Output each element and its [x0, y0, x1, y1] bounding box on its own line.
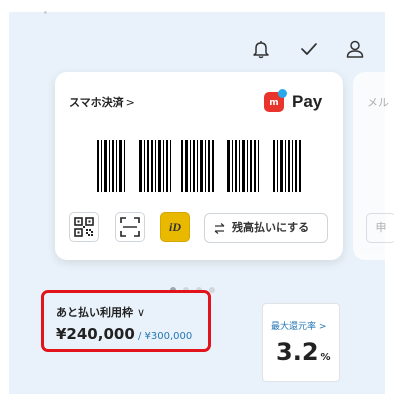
user-icon[interactable] — [344, 38, 366, 60]
qr-code-button[interactable] — [69, 212, 99, 242]
switch-to-balance-button[interactable]: 残高払いにする — [204, 213, 328, 243]
scan-button[interactable] — [115, 212, 145, 242]
reward-rate-unit: % — [320, 352, 331, 363]
card-title[interactable]: スマホ決済 > — [69, 94, 135, 110]
status-dot — [44, 11, 47, 14]
merpay-logo-dot — [278, 89, 287, 98]
merpay-logo-text: Pay — [292, 92, 323, 111]
switch-to-balance-label: 残高払いにする — [232, 221, 310, 234]
max-reward-rate-card[interactable]: 最大還元率 > 3.2% — [262, 303, 340, 382]
credit-limit-title[interactable]: あと払い利用枠 ∨ — [56, 304, 145, 320]
reward-rate-number: 3.2 — [276, 338, 319, 366]
next-card[interactable]: メル 申 — [353, 72, 394, 260]
payment-card[interactable]: スマホ決済 > m Pay iD 残高払いにする — [55, 72, 343, 260]
chevron-right-icon: > — [125, 96, 135, 109]
barcode[interactable] — [69, 140, 329, 196]
carousel-dot-4[interactable] — [209, 287, 215, 293]
switch-arrows-icon — [214, 223, 225, 234]
card-title-label: スマホ決済 — [69, 96, 124, 109]
credit-limit-box[interactable]: あと払い利用枠 ∨ ¥240,000 / ¥300,000 — [41, 290, 211, 352]
next-card-button[interactable]: 申 — [366, 213, 394, 243]
credit-available-amount: ¥240,000 — [56, 325, 135, 343]
chevron-down-icon: ∨ — [137, 306, 146, 319]
credit-total-limit: / ¥300,000 — [134, 331, 193, 342]
qr-code-icon — [74, 217, 94, 237]
next-card-title: メル — [367, 96, 389, 109]
max-reward-rate-value: 3.2% — [276, 338, 331, 366]
check-icon[interactable] — [298, 38, 320, 60]
max-reward-rate-label[interactable]: 最大還元率 > — [271, 319, 326, 332]
credit-limit-label: あと払い利用枠 — [56, 306, 133, 319]
bell-icon[interactable] — [250, 38, 272, 60]
credit-amount-row: ¥240,000 / ¥300,000 — [56, 325, 192, 343]
scan-icon — [120, 217, 140, 237]
id-logo-icon: iD — [169, 220, 181, 234]
id-button[interactable]: iD — [160, 212, 190, 242]
